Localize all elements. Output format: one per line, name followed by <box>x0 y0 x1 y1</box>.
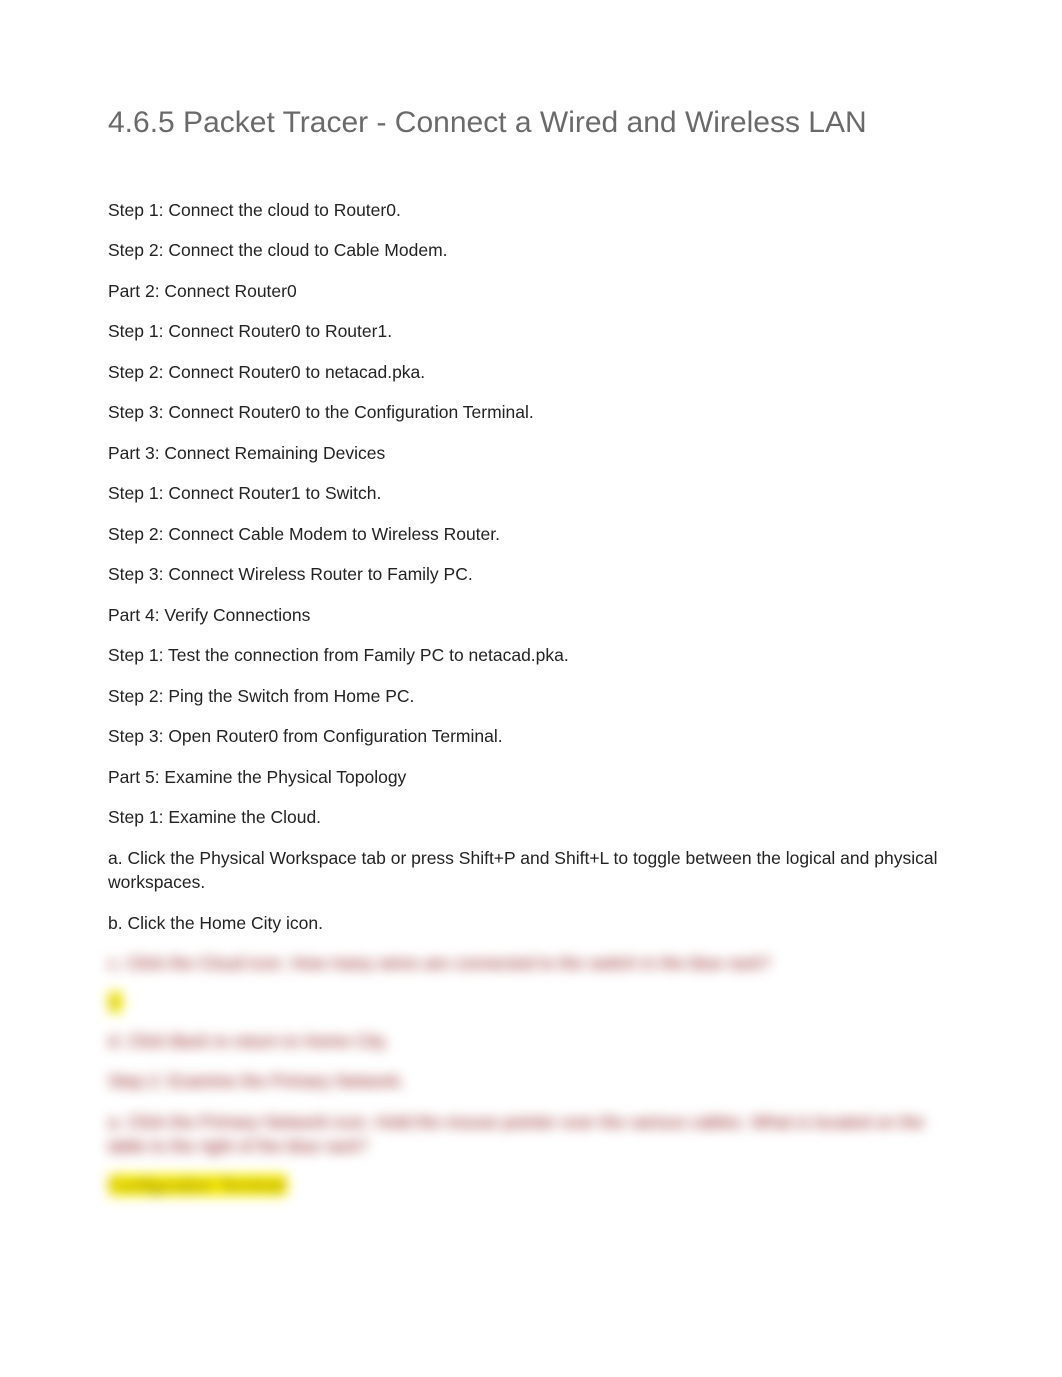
blurred-step: Step 2: Examine the Primary Network. <box>108 1069 954 1094</box>
step-line: Step 1: Examine the Cloud. <box>108 805 954 830</box>
step-line: Step 2: Connect Cable Modem to Wireless … <box>108 522 954 547</box>
part-line: Part 2: Connect Router0 <box>108 279 954 304</box>
part-line: Part 3: Connect Remaining Devices <box>108 441 954 466</box>
highlight-answer: Configuration Terminal <box>108 1174 287 1196</box>
blurred-question: c. Click the Cloud icon. How many wires … <box>108 951 954 976</box>
blurred-answer-highlight: 2 <box>108 992 954 1013</box>
highlight-answer: 2 <box>108 991 122 1013</box>
step-line: Step 2: Ping the Switch from Home PC. <box>108 684 954 709</box>
blurred-hidden-content: c. Click the Cloud icon. How many wires … <box>108 951 954 1196</box>
substep-line: b. Click the Home City icon. <box>108 911 954 936</box>
step-line: Step 3: Connect Router0 to the Configura… <box>108 400 954 425</box>
substep-line: a. Click the Physical Workspace tab or p… <box>108 846 954 895</box>
step-line: Step 1: Connect the cloud to Router0. <box>108 198 954 223</box>
blurred-question: a. Click the Primary Network icon. Hold … <box>108 1110 954 1159</box>
blurred-answer-highlight: Configuration Terminal <box>108 1175 954 1196</box>
blurred-question: d. Click Back to return to Home City. <box>108 1029 954 1054</box>
part-line: Part 4: Verify Connections <box>108 603 954 628</box>
step-line: Step 2: Connect Router0 to netacad.pka. <box>108 360 954 385</box>
document-page: 4.6.5 Packet Tracer - Connect a Wired an… <box>0 0 1062 1272</box>
step-line: Step 1: Connect Router0 to Router1. <box>108 319 954 344</box>
step-line: Step 2: Connect the cloud to Cable Modem… <box>108 238 954 263</box>
page-title: 4.6.5 Packet Tracer - Connect a Wired an… <box>108 104 954 142</box>
step-line: Step 1: Test the connection from Family … <box>108 643 954 668</box>
step-line: Step 3: Open Router0 from Configuration … <box>108 724 954 749</box>
step-line: Step 1: Connect Router1 to Switch. <box>108 481 954 506</box>
step-line: Step 3: Connect Wireless Router to Famil… <box>108 562 954 587</box>
part-line: Part 5: Examine the Physical Topology <box>108 765 954 790</box>
